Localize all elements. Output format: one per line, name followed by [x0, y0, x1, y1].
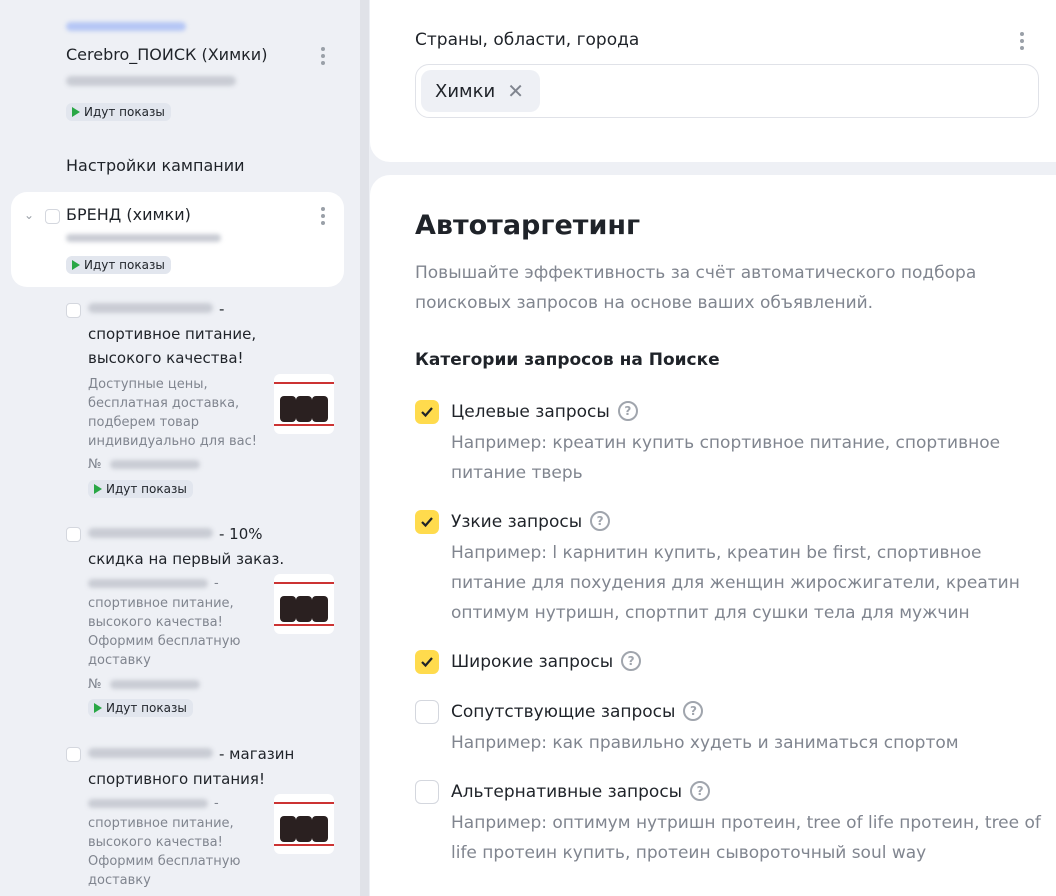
close-icon[interactable]: ✕ — [507, 79, 524, 103]
help-icon[interactable]: ? — [690, 781, 711, 801]
ad-checkbox[interactable] — [66, 747, 81, 762]
status-text: Идут показы — [106, 701, 187, 715]
chevron-down-icon[interactable]: ⌄ — [24, 208, 34, 222]
check-icon — [421, 407, 433, 418]
check-icon — [421, 657, 433, 668]
ad-image — [274, 374, 334, 434]
autotargeting-title: Автотаргетинг — [415, 210, 641, 241]
ad-text: Доступные цены, бесплатная доставка, под… — [88, 377, 257, 449]
ad-title-blurred — [88, 528, 213, 538]
group-checkbox[interactable] — [45, 209, 60, 224]
help-icon[interactable]: ? — [617, 401, 638, 421]
campaign-settings-link[interactable]: Настройки кампании — [66, 154, 245, 178]
ad-title: спортивного питания! — [88, 770, 265, 788]
regions-more-icon[interactable] — [1020, 32, 1024, 50]
ad-checkbox[interactable] — [66, 303, 81, 318]
option-label[interactable]: Целевые запросы — [451, 402, 610, 422]
ad-checkbox[interactable] — [66, 527, 81, 542]
ad-title-blurred — [88, 303, 213, 313]
play-icon — [94, 484, 102, 494]
regions-card: Страны, области, города Химки ✕ — [370, 0, 1056, 162]
option-checkbox[interactable] — [415, 650, 439, 674]
group-name[interactable]: БРЕНД (химки) — [66, 203, 191, 227]
ad-text-blurred — [88, 579, 208, 588]
option-checkbox[interactable] — [415, 400, 439, 424]
ad-text-blurred — [88, 799, 208, 808]
campaign-status-badge: Идут показы — [66, 103, 171, 121]
ad-number-blurred — [110, 680, 200, 689]
status-text: Идут показы — [84, 105, 165, 119]
ad-text: спортивное питание, высокого качества! О… — [88, 596, 241, 668]
option-label[interactable]: Альтернативные запросы — [451, 782, 682, 802]
play-icon — [72, 107, 80, 117]
status-text: Идут показы — [84, 258, 165, 272]
help-icon[interactable]: ? — [621, 651, 642, 671]
ad-text: спортивное питание, высокого качества! О… — [88, 816, 241, 888]
regions-label: Страны, области, города — [415, 30, 640, 50]
ad-group-item[interactable]: ⌄ БРЕНД (химки) Идут показы — [11, 192, 344, 287]
ad-text-suffix: - — [214, 796, 219, 811]
ad-title: скидка на первый заказ. — [88, 550, 285, 568]
play-icon — [94, 703, 102, 713]
ad-title-blurred — [88, 748, 213, 758]
campaign-id-blurred — [66, 76, 236, 86]
ad-number-blurred — [110, 460, 200, 469]
option-example: Например: как правильно худеть и занимат… — [451, 733, 959, 753]
campaign-name[interactable]: Cerebro_ПОИСК (Химки) — [66, 43, 267, 67]
sidebar-scrollbar[interactable] — [360, 0, 369, 896]
help-icon[interactable]: ? — [683, 701, 704, 721]
option-checkbox[interactable] — [415, 780, 439, 804]
ad-status-badge: Идут показы — [88, 699, 193, 717]
option-example: Например: креатин купить спортивное пита… — [451, 433, 1001, 483]
play-icon — [72, 260, 80, 270]
categories-title: Категории запросов на Поиске — [415, 350, 720, 370]
ad-status-badge: Идут показы — [88, 480, 193, 498]
campaign-sidebar: Cerebro_ПОИСК (Химки) Идут показы Настро… — [0, 0, 360, 896]
regions-input[interactable]: Химки ✕ — [415, 64, 1039, 118]
campaign-more-icon[interactable] — [321, 47, 325, 65]
group-status-badge: Идут показы — [66, 256, 171, 274]
option-example: Например: оптимум нутришн протеин, tree … — [451, 813, 1041, 863]
region-tag: Химки ✕ — [421, 70, 540, 112]
help-icon[interactable]: ? — [590, 511, 611, 531]
region-tag-label: Химки — [435, 80, 496, 102]
option-label[interactable]: Узкие запросы — [451, 512, 582, 532]
option-checkbox[interactable] — [415, 700, 439, 724]
option-checkbox[interactable] — [415, 510, 439, 534]
ad-image — [274, 574, 334, 634]
campaign-link-blurred[interactable] — [66, 22, 186, 31]
ad-image — [274, 794, 334, 854]
ad-number-label: № — [88, 457, 102, 472]
status-text: Идут показы — [106, 482, 187, 496]
option-target: Целевые запросы? Например: креатин купит… — [415, 400, 1000, 483]
ad-text-suffix: - — [214, 576, 219, 591]
ad-number-label: № — [88, 677, 102, 692]
option-narrow: Узкие запросы? Например: l карнитин купи… — [415, 510, 1020, 623]
group-more-icon[interactable] — [321, 207, 325, 225]
check-icon — [421, 517, 433, 528]
group-id-blurred — [66, 234, 221, 242]
ad-title: спортивное питание, высокого качества! — [88, 325, 257, 367]
option-broad: Широкие запросы? — [415, 650, 642, 674]
option-label[interactable]: Широкие запросы — [451, 652, 613, 672]
option-example: Например: l карнитин купить, креатин be … — [451, 543, 1020, 623]
autotargeting-description: Повышайте эффективность за счёт автомати… — [415, 263, 977, 313]
option-alternative: Альтернативные запросы? Например: оптиму… — [415, 780, 1041, 863]
option-label[interactable]: Сопутствующие запросы — [451, 702, 675, 722]
option-accompanying: Сопутствующие запросы? Например: как пра… — [415, 700, 959, 753]
